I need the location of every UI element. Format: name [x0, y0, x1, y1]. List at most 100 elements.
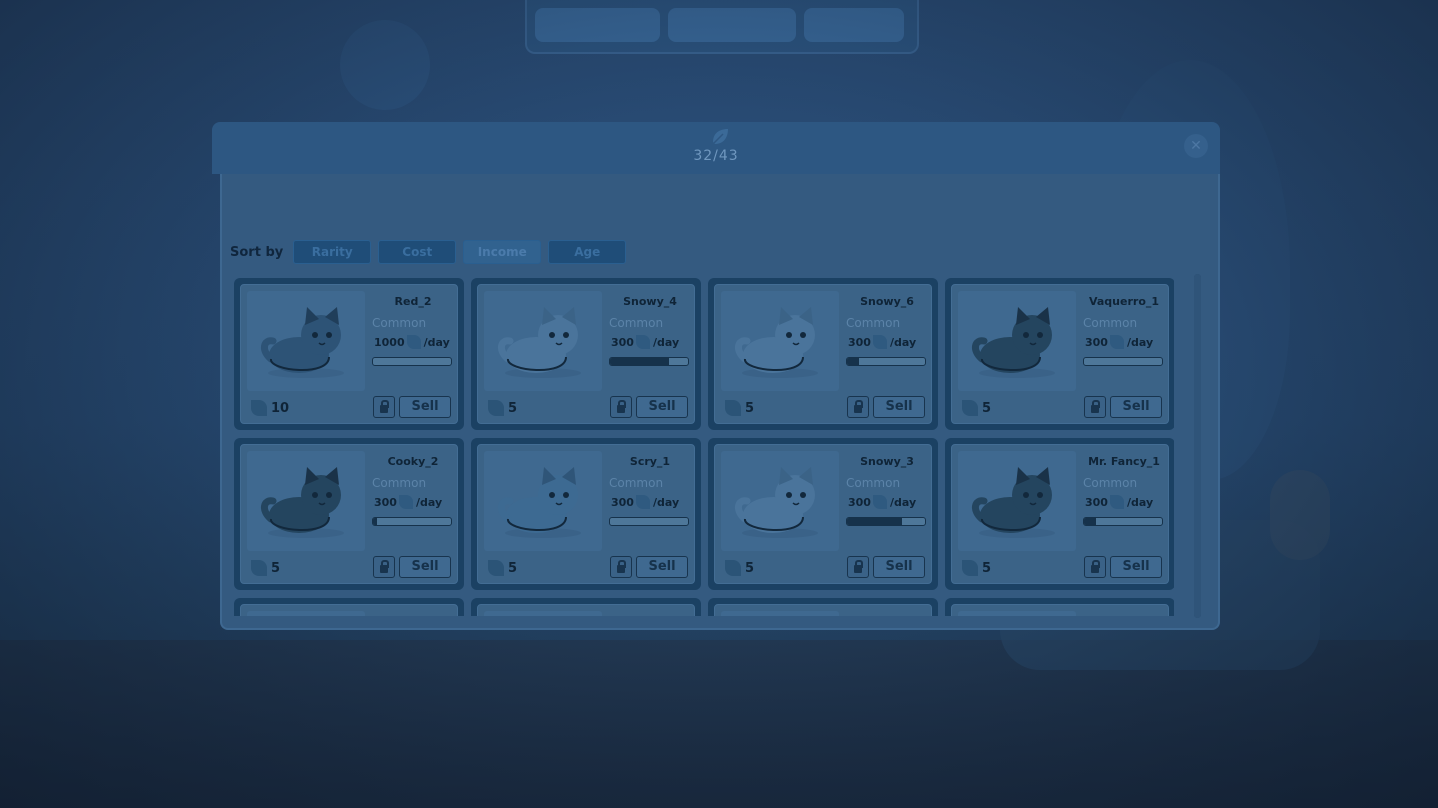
sort-cost-button[interactable]: Cost [378, 240, 457, 264]
pet-card[interactable]: Sell [471, 598, 701, 616]
pet-card[interactable]: Snowy_6 Common 300 /day 5 Sell [708, 278, 938, 430]
leaf-icon [398, 495, 413, 509]
sell-price: 5 [251, 560, 280, 576]
growth-progress-bar [1083, 517, 1163, 526]
sell-price-value: 5 [271, 560, 281, 576]
growth-progress-bar [846, 357, 926, 366]
lock-button[interactable] [610, 396, 632, 418]
pet-name: Snowy_3 [860, 455, 914, 468]
pet-card-panel: Cooky_2 Common 300 /day 5 Sell [240, 444, 458, 584]
sell-button[interactable]: Sell [1110, 396, 1162, 418]
pet-portrait [721, 611, 839, 616]
sell-button[interactable]: Sell [636, 396, 688, 418]
pet-card-panel: Sell [951, 604, 1169, 616]
pet-grid-viewport[interactable]: Red_2 Common 1000 /day 10 Sell Snowy_4 C… [234, 278, 1174, 616]
sort-income-button[interactable]: Income [463, 240, 542, 264]
lock-button[interactable] [373, 556, 395, 578]
cat-icon [972, 307, 1055, 378]
income-value: 300 [1085, 495, 1108, 509]
growth-progress-fill [847, 518, 902, 525]
pet-card[interactable]: Sell [945, 598, 1174, 616]
pet-inventory-modal: 32/43 ✕ Sort by Rarity Cost Income Age R… [212, 122, 1220, 630]
pet-card[interactable]: Mr. Fancy_1 Common 300 /day 5 Sell [945, 438, 1174, 590]
cat-icon [735, 307, 818, 378]
pet-rarity: Common [372, 476, 427, 490]
cat-icon [261, 467, 344, 538]
growth-progress-fill [610, 358, 669, 365]
sell-price-value: 5 [982, 560, 992, 576]
lock-button[interactable] [847, 396, 869, 418]
pet-card-panel: Snowy_3 Common 300 /day 5 Sell [714, 444, 932, 584]
pet-portrait [721, 451, 839, 551]
pet-card[interactable]: Sell [708, 598, 938, 616]
pet-card-panel: Red_2 Common 1000 /day 10 Sell [240, 284, 458, 424]
growth-progress-fill [1084, 518, 1096, 525]
pet-card[interactable]: Red_2 Common 1000 /day 10 Sell [234, 278, 464, 430]
sell-price-value: 10 [271, 400, 290, 416]
pet-card[interactable]: Snowy_3 Common 300 /day 5 Sell [708, 438, 938, 590]
income-value: 300 [374, 495, 397, 509]
lock-button[interactable] [847, 556, 869, 578]
leaf-icon [1109, 495, 1124, 509]
sell-button[interactable]: Sell [399, 556, 451, 578]
close-button[interactable]: ✕ [1184, 134, 1208, 158]
income-value: 300 [848, 335, 871, 349]
lock-icon-body [1091, 405, 1099, 413]
scrollbar[interactable] [1194, 274, 1201, 618]
leaf-icon [725, 560, 741, 576]
income-unit: /day [652, 335, 680, 349]
sell-button[interactable]: Sell [873, 396, 925, 418]
leaf-icon [962, 400, 978, 416]
modal-header: 32/43 ✕ [212, 122, 1220, 174]
sort-age-button[interactable]: Age [548, 240, 627, 264]
lock-button[interactable] [373, 396, 395, 418]
lock-icon-body [854, 565, 862, 573]
income-value: 300 [611, 335, 634, 349]
leaf-icon [635, 335, 650, 349]
lock-icon-body [617, 565, 625, 573]
lock-button[interactable] [1084, 556, 1106, 578]
pet-card[interactable]: Cooky_2 Common 300 /day 5 Sell [234, 438, 464, 590]
pet-name: Red_2 [394, 295, 432, 308]
sell-button[interactable]: Sell [636, 556, 688, 578]
pet-card-panel: Snowy_6 Common 300 /day 5 Sell [714, 284, 932, 424]
pet-grid: Red_2 Common 1000 /day 10 Sell Snowy_4 C… [234, 278, 1174, 616]
sell-button[interactable]: Sell [873, 556, 925, 578]
income-unit: /day [423, 335, 450, 349]
sort-rarity-button[interactable]: Rarity [293, 240, 372, 264]
income-rate: 300 /day [848, 335, 916, 349]
pet-portrait [247, 611, 365, 616]
income-unit: /day [889, 335, 917, 349]
pet-card-panel: Mr. Fancy_1 Common 300 /day 5 Sell [951, 444, 1169, 584]
pet-name: Mr. Fancy_1 [1088, 455, 1160, 468]
cat-icon [498, 307, 581, 378]
scrollbar-thumb[interactable] [1194, 274, 1201, 618]
income-unit: /day [652, 495, 680, 509]
pet-portrait [958, 291, 1076, 391]
lock-button[interactable] [1084, 396, 1106, 418]
sell-button[interactable]: Sell [1110, 556, 1162, 578]
sell-price: 5 [488, 560, 517, 576]
pet-rarity: Common [609, 476, 664, 490]
pet-name: Cooky_2 [387, 455, 439, 468]
sell-price: 5 [725, 400, 754, 416]
pet-card[interactable]: Scry_1 Common 300 /day 5 Sell [471, 438, 701, 590]
cat-icon [735, 467, 818, 538]
pet-card[interactable]: Vaquerro_1 Common 300 /day 5 Sell [945, 278, 1174, 430]
income-rate: 1000 /day [374, 335, 450, 349]
pet-portrait [958, 451, 1076, 551]
growth-progress-bar [1083, 357, 1163, 366]
pet-card[interactable]: Sell [234, 598, 464, 616]
sell-price: 5 [725, 560, 754, 576]
pet-card-panel: Scry_1 Common 300 /day 5 Sell [477, 444, 695, 584]
sell-price: 5 [488, 400, 517, 416]
pet-portrait [958, 611, 1076, 616]
cat-icon [261, 307, 344, 378]
sell-button[interactable]: Sell [399, 396, 451, 418]
pet-card[interactable]: Snowy_4 Common 300 /day 5 Sell [471, 278, 701, 430]
income-rate: 300 /day [611, 335, 679, 349]
growth-progress-bar [372, 517, 452, 526]
lock-button[interactable] [610, 556, 632, 578]
pet-card-panel: Sell [714, 604, 932, 616]
pet-portrait [721, 291, 839, 391]
